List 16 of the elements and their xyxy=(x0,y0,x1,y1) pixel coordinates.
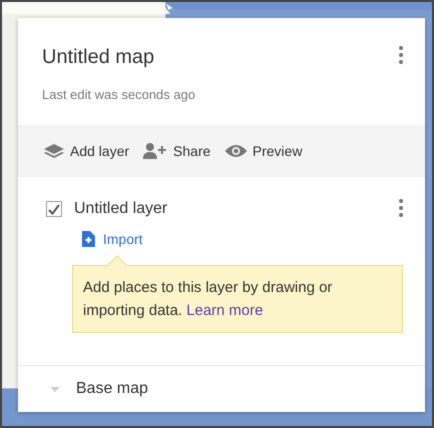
add-person-icon xyxy=(143,143,168,159)
layer-checkbox[interactable] xyxy=(46,201,62,217)
learn-more-link[interactable]: Learn more xyxy=(186,302,264,319)
eye-icon xyxy=(224,144,247,158)
layers-icon xyxy=(44,144,64,158)
map-title[interactable]: Untitled map xyxy=(42,46,196,69)
preview-button[interactable]: Preview xyxy=(224,143,302,159)
layer-name[interactable]: Untitled layer xyxy=(74,200,395,218)
add-layer-button[interactable]: Add layer xyxy=(44,143,130,159)
hint-text: Add places to this layer by drawing or importing data. Learn more xyxy=(83,278,334,321)
last-edit-text: Last edit was seconds ago xyxy=(42,87,196,102)
share-button[interactable]: Share xyxy=(143,143,211,159)
import-link[interactable]: Import xyxy=(103,231,143,247)
base-map-label[interactable]: Base map xyxy=(76,380,148,398)
import-file-icon xyxy=(82,231,95,247)
caret-icon xyxy=(50,386,60,392)
